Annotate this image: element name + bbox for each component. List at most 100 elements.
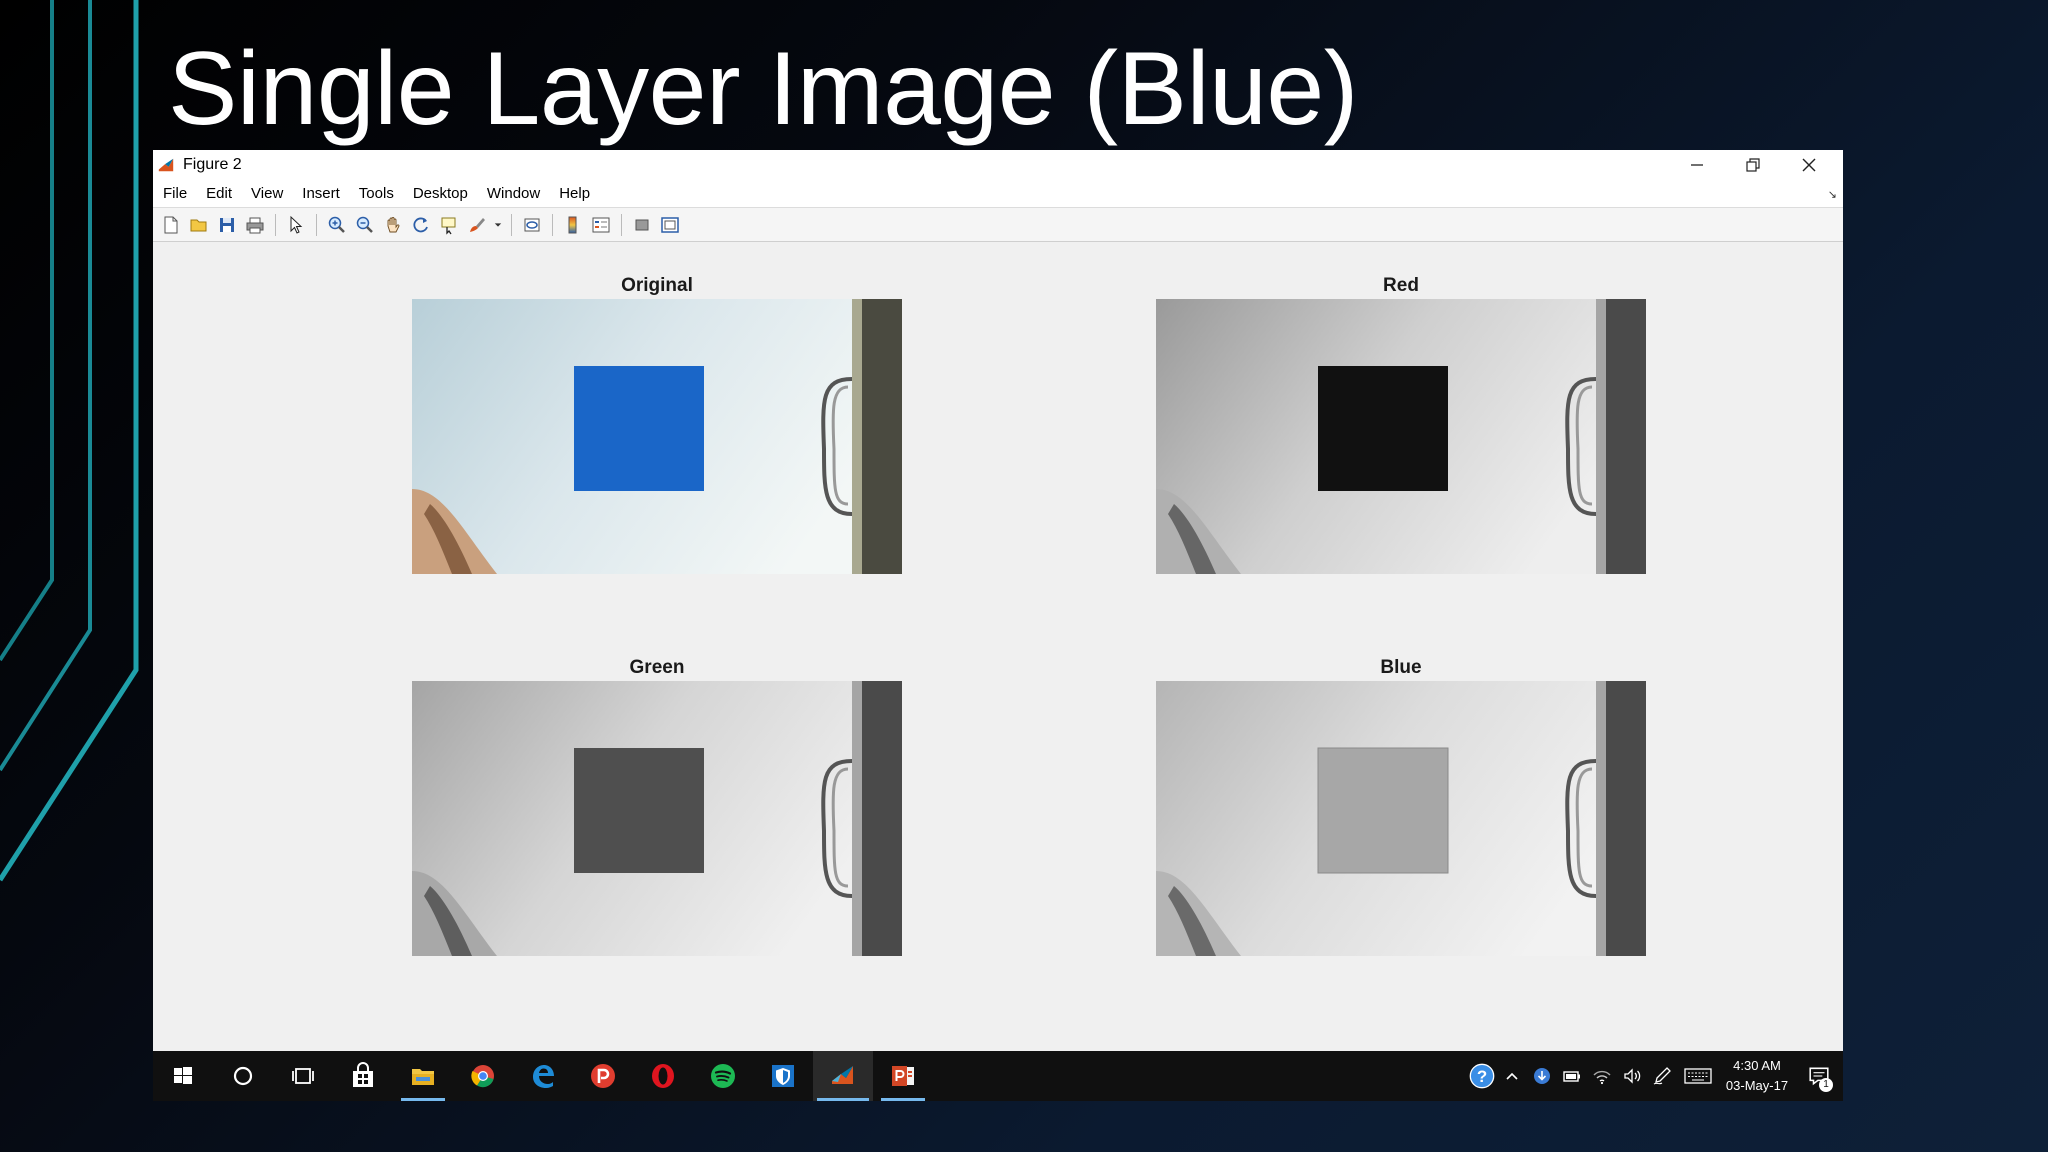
- svg-text:?: ?: [1477, 1067, 1487, 1086]
- help-icon: ?: [1469, 1063, 1495, 1089]
- new-file-icon: [164, 216, 178, 233]
- dock-arrow-icon[interactable]: ↘: [1828, 188, 1837, 201]
- open-file-button[interactable]: [187, 213, 211, 237]
- folder-icon: [412, 1069, 434, 1085]
- rotate-3d-button[interactable]: [409, 213, 433, 237]
- save-button[interactable]: [215, 213, 239, 237]
- menu-view[interactable]: View: [251, 185, 283, 202]
- pointer-arrow-icon: [290, 215, 303, 234]
- chevron-down-icon: [494, 222, 502, 227]
- pen-tray-button[interactable]: [1647, 1051, 1677, 1101]
- figure-toolbar: [153, 208, 1843, 242]
- taskbar-defender[interactable]: [753, 1051, 813, 1101]
- data-cursor-button[interactable]: [437, 213, 461, 237]
- wifi-icon: [1593, 1070, 1611, 1085]
- insert-legend-button[interactable]: [589, 213, 613, 237]
- menu-edit[interactable]: Edit: [206, 185, 232, 202]
- cortana-button[interactable]: [213, 1051, 273, 1101]
- windows-taskbar: ? 4:30 AM 03-May-17 1: [153, 1051, 1843, 1101]
- zoom-in-button[interactable]: [325, 213, 349, 237]
- toolbar-separator: [316, 213, 317, 236]
- store-bag-icon: [353, 1062, 373, 1087]
- menu-window[interactable]: Window: [487, 185, 540, 202]
- close-icon: [1802, 158, 1816, 172]
- edit-plot-button[interactable]: [284, 213, 308, 237]
- toolbar-separator: [621, 213, 622, 236]
- system-tray: ? 4:30 AM 03-May-17 1: [1467, 1051, 1843, 1101]
- hide-plot-tools-button[interactable]: [630, 213, 654, 237]
- start-button[interactable]: [153, 1051, 213, 1101]
- link-plot-button[interactable]: [520, 213, 544, 237]
- taskbar-file-explorer[interactable]: [393, 1051, 453, 1101]
- print-button[interactable]: [243, 213, 267, 237]
- action-center-button[interactable]: 1: [1795, 1051, 1843, 1101]
- taskbar-powerpoint[interactable]: [873, 1051, 933, 1101]
- menu-file[interactable]: File: [163, 185, 187, 202]
- toolbar-separator: [275, 213, 276, 236]
- close-button[interactable]: [1781, 150, 1837, 180]
- restore-button[interactable]: [1725, 150, 1781, 180]
- taskbar-matlab[interactable]: [813, 1051, 873, 1101]
- slide-title: Single Layer Image (Blue): [168, 31, 1358, 147]
- subplot-title: Original: [621, 275, 693, 296]
- subplot-title: Blue: [1380, 657, 1422, 678]
- show-hidden-icons-button[interactable]: [1497, 1051, 1527, 1101]
- green-channel-image: [412, 681, 902, 956]
- battery-tray-button[interactable]: [1557, 1051, 1587, 1101]
- new-figure-button[interactable]: [159, 213, 183, 237]
- menu-insert[interactable]: Insert: [302, 185, 340, 202]
- screen-capture: Figure 2 File Edit View Insert Tools Des…: [153, 150, 1843, 1101]
- pan-button[interactable]: [381, 213, 405, 237]
- brush-dropdown[interactable]: [493, 213, 503, 237]
- powerpoint-icon: [892, 1066, 914, 1086]
- zoom-in-icon: [328, 216, 345, 233]
- toolbar-separator: [552, 213, 553, 236]
- menu-desktop[interactable]: Desktop: [413, 185, 468, 202]
- help-tray-button[interactable]: ?: [1467, 1051, 1497, 1101]
- minimize-icon: [1691, 164, 1703, 166]
- opera-icon: [652, 1064, 674, 1088]
- subplot-red: Red: [1156, 275, 1646, 575]
- subplot-title: Red: [1383, 275, 1419, 296]
- shield-icon: [772, 1065, 794, 1087]
- taskbar-store[interactable]: [333, 1051, 393, 1101]
- taskbar-pocketcasts[interactable]: [573, 1051, 633, 1101]
- matlab-icon: [832, 1066, 853, 1084]
- download-icon: [1534, 1068, 1550, 1084]
- wifi-tray-button[interactable]: [1587, 1051, 1617, 1101]
- windows-logo-icon: [174, 1067, 192, 1084]
- onedrive-tray-button[interactable]: [1527, 1051, 1557, 1101]
- original-image: [412, 299, 902, 574]
- clock-time: 4:30 AM: [1733, 1058, 1781, 1073]
- menu-help[interactable]: Help: [559, 185, 590, 202]
- show-plot-tools-button[interactable]: [658, 213, 682, 237]
- task-view-icon: [292, 1068, 314, 1084]
- volume-tray-button[interactable]: [1617, 1051, 1647, 1101]
- zoom-out-icon: [356, 216, 373, 233]
- print-icon: [246, 217, 264, 233]
- legend-icon: [592, 217, 610, 232]
- brush-icon: [470, 217, 485, 232]
- taskbar-opera[interactable]: [633, 1051, 693, 1101]
- red-channel-image: [1156, 299, 1646, 574]
- window-title: Figure 2: [183, 156, 242, 173]
- minimize-button[interactable]: [1669, 150, 1725, 180]
- battery-icon: [1563, 1071, 1580, 1082]
- subplot-green: Green: [412, 657, 902, 957]
- taskbar-chrome[interactable]: [453, 1051, 513, 1101]
- edge-icon: [533, 1065, 554, 1088]
- menu-tools[interactable]: Tools: [359, 185, 394, 202]
- spotify-icon: [711, 1064, 735, 1088]
- touch-keyboard-button[interactable]: [1677, 1051, 1719, 1101]
- taskbar-spotify[interactable]: [693, 1051, 753, 1101]
- taskbar-clock[interactable]: 4:30 AM 03-May-17: [1719, 1056, 1795, 1096]
- zoom-out-button[interactable]: [353, 213, 377, 237]
- insert-colorbar-button[interactable]: [561, 213, 585, 237]
- toolbar-separator: [511, 213, 512, 236]
- subplot-original: Original: [412, 275, 902, 575]
- p-app-icon: [591, 1064, 615, 1088]
- folder-open-icon: [190, 219, 207, 231]
- brush-button[interactable]: [465, 213, 489, 237]
- task-view-button[interactable]: [273, 1051, 333, 1101]
- taskbar-edge[interactable]: [513, 1051, 573, 1101]
